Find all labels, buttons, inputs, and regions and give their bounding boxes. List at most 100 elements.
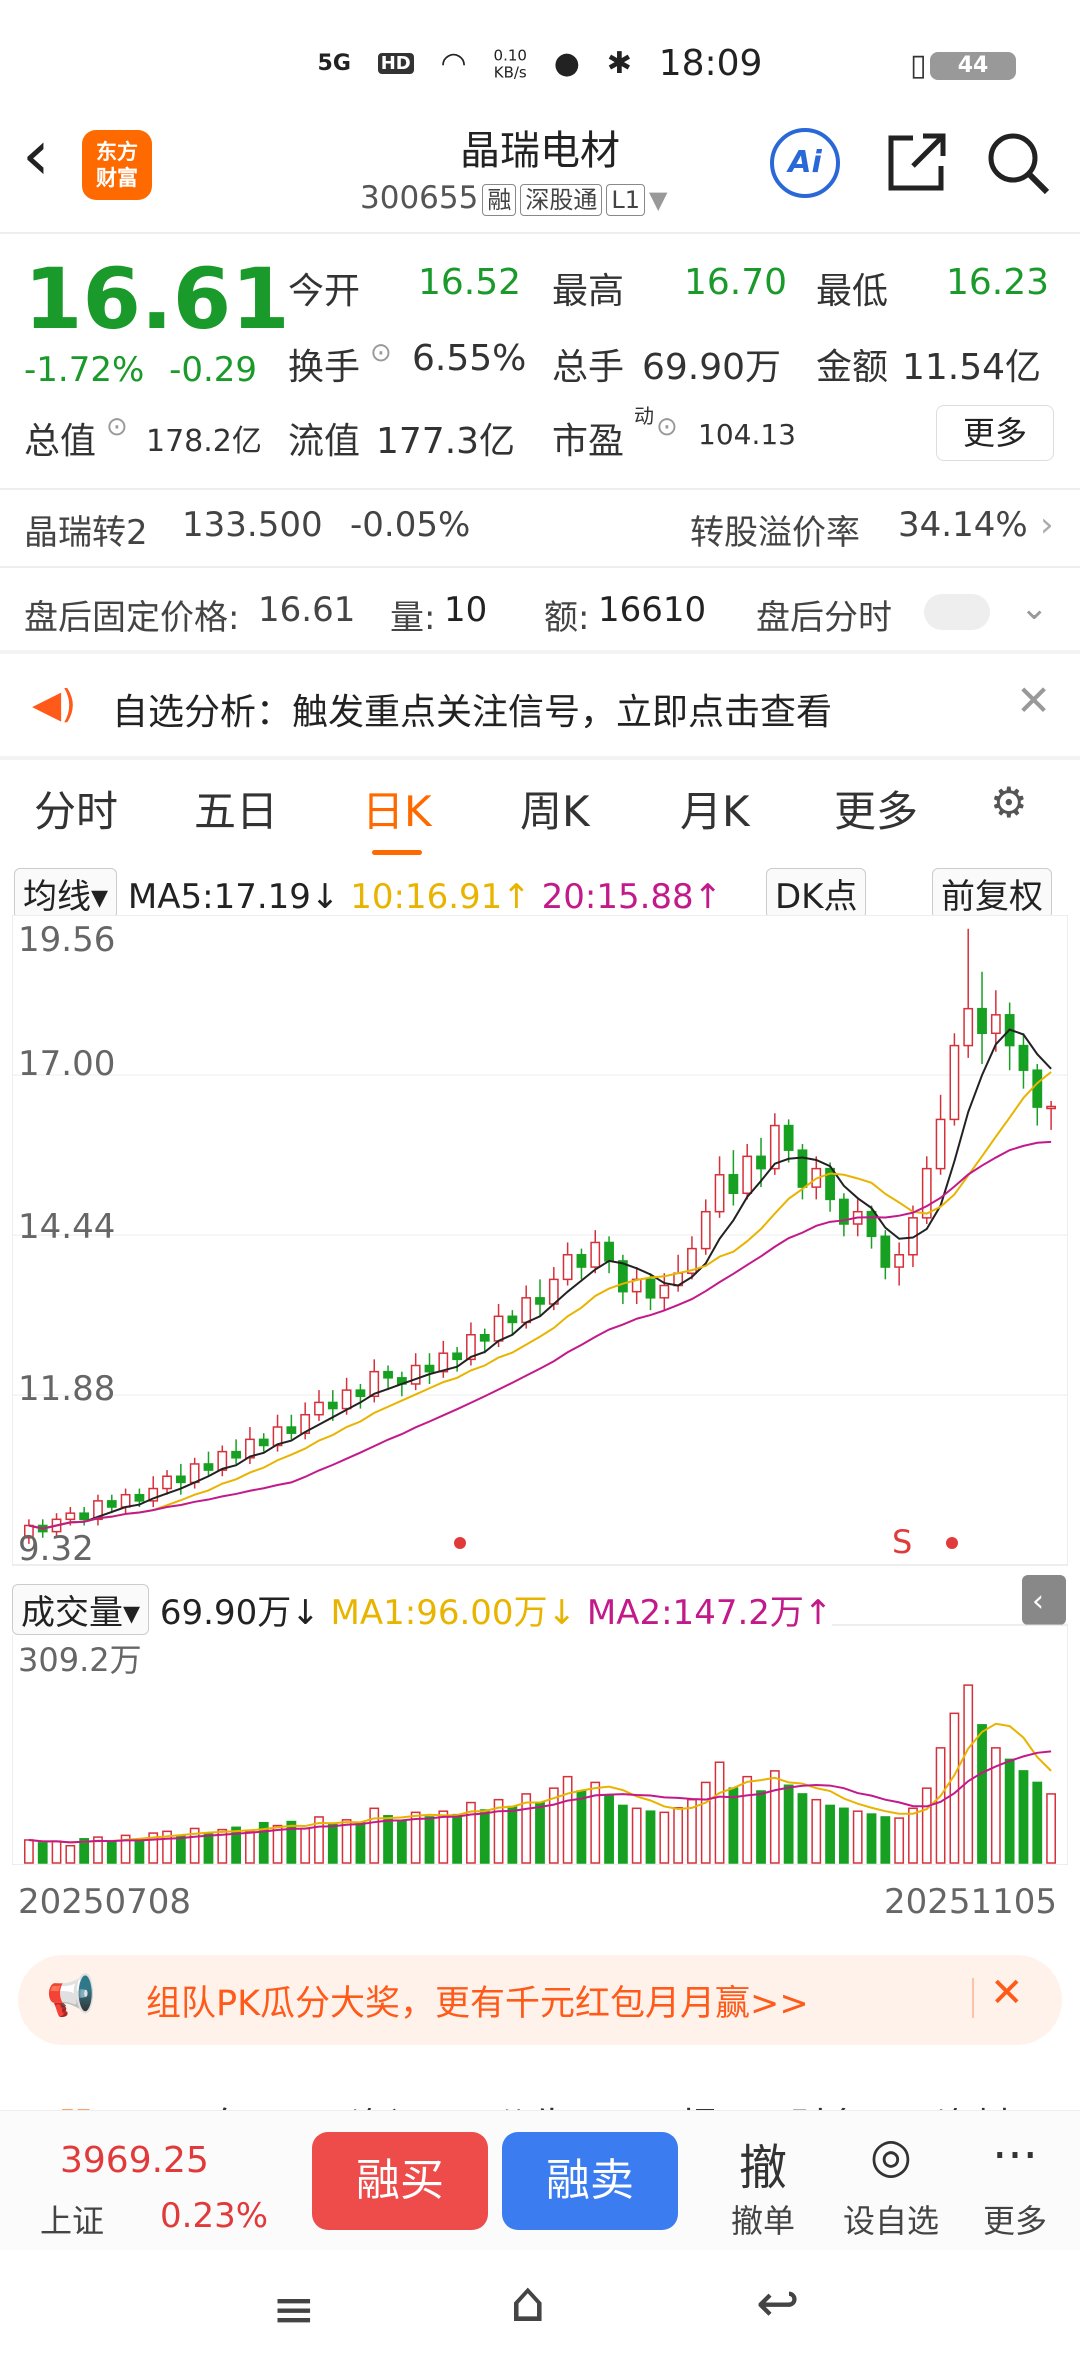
turnover-label: 换手 — [288, 347, 361, 388]
gear-icon[interactable]: ⚙ — [990, 778, 1028, 827]
volume-label: 总手 — [552, 347, 625, 388]
promo-text[interactable]: 组队PK瓜分大奖，更有千元红包月月赢>> — [146, 1975, 809, 2026]
info-icon[interactable]: ⊙ — [370, 338, 392, 368]
notice-text[interactable]: 自选分析：触发重点关注信号，立即点击查看 — [112, 683, 832, 735]
more-icon[interactable]: ··· — [960, 2128, 1070, 2184]
speed-unit: KB/s — [493, 63, 527, 81]
low-value: 16.23 — [946, 262, 1050, 303]
volume-bar — [438, 1810, 449, 1864]
volume-bar — [935, 1747, 946, 1864]
volume-bar — [631, 1807, 642, 1864]
share-icon[interactable] — [883, 130, 949, 200]
back-nav-icon[interactable]: ↩ — [756, 2274, 800, 2334]
ma-selector-label: 均线 — [23, 877, 91, 917]
index-value[interactable]: 3969.25 — [60, 2140, 209, 2181]
bond-name[interactable]: 晶瑞转2 — [24, 505, 148, 554]
ma10-value: 10:16.91↑ — [350, 877, 531, 917]
volume-bar — [396, 1819, 407, 1864]
dk-point-button[interactable]: DK点 — [766, 868, 867, 919]
margin-buy-button[interactable]: 融买 — [312, 2132, 488, 2230]
current-price: 16.61 — [24, 250, 290, 348]
tab-more[interactable]: 更多 — [834, 778, 918, 839]
more-quote-button[interactable]: 更多 — [936, 405, 1054, 461]
tab-daily-k[interactable]: 日K — [362, 778, 432, 855]
volume-bar — [977, 1724, 987, 1864]
ma-selector[interactable]: 均线▾ — [14, 868, 118, 919]
tab-intraday[interactable]: 分时 — [34, 778, 118, 839]
candle — [258, 1438, 269, 1447]
volume-bar — [908, 1807, 918, 1864]
chevron-down-icon[interactable]: ⌄ — [1020, 588, 1049, 628]
chevron-right-icon[interactable]: › — [1040, 505, 1054, 545]
ai-button[interactable]: Ai — [770, 128, 840, 198]
kline-chart[interactable]: 19.56 17.00 14.44 11.88 9.32 S ‹ 309.2万 — [11, 914, 1069, 1866]
volume-bar — [728, 1787, 739, 1864]
candle — [341, 1389, 352, 1410]
pe-label: 市盈 — [552, 421, 625, 462]
candle — [935, 1118, 946, 1170]
ma20-text: 20:15.88 — [541, 877, 694, 917]
close-icon[interactable]: ✕ — [990, 1970, 1024, 2016]
volume-bar — [134, 1839, 145, 1864]
watchlist-icon[interactable]: ◎ — [836, 2128, 946, 2184]
volume-bar — [535, 1801, 545, 1864]
volume-bar — [37, 1842, 48, 1864]
net-speed: 0.10 KB/s — [493, 47, 527, 81]
divider — [0, 650, 1080, 654]
volume-bar — [1018, 1770, 1029, 1864]
tag-margin: 融 — [482, 184, 517, 216]
tag-level: L1 — [606, 184, 645, 216]
more-label[interactable]: 更多 — [960, 2196, 1070, 2242]
volume-bar — [756, 1790, 766, 1864]
chevron-down-icon[interactable]: ▼ — [649, 186, 667, 214]
margin-sell-button[interactable]: 融卖 — [502, 2132, 678, 2230]
ah-amt-label: 额: — [544, 598, 590, 638]
clock: 18:09 — [658, 43, 763, 84]
candle — [783, 1124, 794, 1151]
vol-ma2-text: MA2:147.2万 — [586, 1593, 804, 1633]
adjust-button[interactable]: 前复权 — [932, 868, 1052, 919]
volume-selector-label: 成交量 — [21, 1593, 123, 1633]
vol-ma1-value: MA1:96.00万↓ — [330, 1593, 577, 1633]
volume-bar — [24, 1839, 34, 1864]
cancel-order-icon[interactable]: 撤 — [708, 2128, 818, 2198]
volume-selector[interactable]: 成交量▾ — [12, 1584, 150, 1635]
ah-amt: 16610 — [598, 590, 707, 630]
ah-price: 16.61 — [258, 590, 356, 630]
candle — [576, 1254, 587, 1268]
menu-icon[interactable]: ≡ — [272, 2280, 316, 2340]
candle — [1032, 1069, 1043, 1108]
volume-bar — [963, 1684, 974, 1864]
home-icon[interactable]: ⌂ — [510, 2270, 546, 2335]
volume-bar — [687, 1798, 697, 1864]
pe-value: 104.13 — [698, 418, 796, 451]
candle — [659, 1284, 670, 1299]
candle — [562, 1254, 573, 1281]
add-watchlist-label[interactable]: 设自选 — [836, 2196, 946, 2242]
info-icon[interactable]: ⊙ — [106, 412, 128, 442]
change-pct: -1.72% — [24, 350, 145, 390]
volume-bar — [203, 1833, 214, 1864]
cancel-order-label[interactable]: 撤单 — [708, 2196, 818, 2242]
tab-5day[interactable]: 五日 — [194, 778, 278, 839]
tab-weekly-k[interactable]: 周K — [520, 778, 590, 839]
info-icon[interactable]: ⊙ — [656, 412, 678, 442]
close-icon[interactable]: ✕ — [1016, 676, 1051, 725]
collapse-button[interactable] — [1022, 1575, 1066, 1625]
candle — [742, 1155, 753, 1194]
low-label: 最低 — [816, 271, 889, 312]
float-label: 流值 — [288, 421, 361, 462]
volume-bar — [811, 1798, 822, 1864]
hd-icon: HD — [377, 53, 414, 74]
volume-bar — [355, 1821, 366, 1864]
tab-monthly-k[interactable]: 月K — [680, 778, 750, 839]
ah-time-label: 盘后分时 — [756, 598, 892, 638]
candle — [535, 1297, 545, 1305]
activity-icon: ✱ — [606, 46, 632, 81]
candle — [590, 1241, 601, 1268]
ah-toggle[interactable] — [924, 594, 990, 630]
search-icon[interactable] — [985, 130, 1051, 200]
volume-text: 69.90万 — [159, 1593, 292, 1633]
volume-bar — [479, 1809, 490, 1864]
bond-price: 133.500 — [182, 505, 323, 545]
